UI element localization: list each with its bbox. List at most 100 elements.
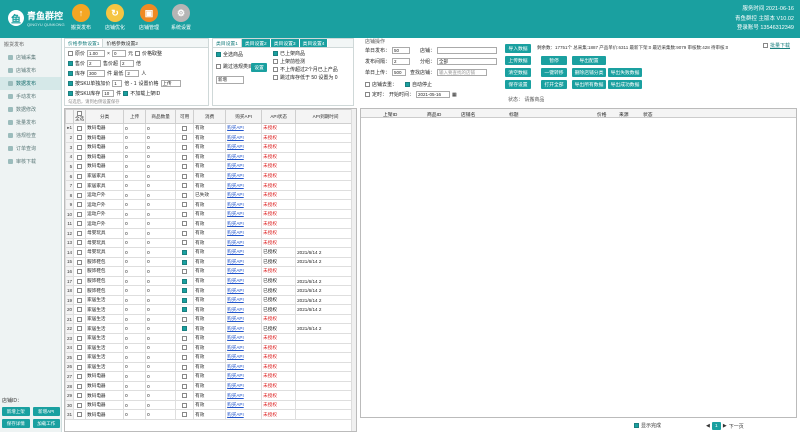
cell-qty[interactable]: 0 xyxy=(145,371,177,382)
cell-upload[interactable]: 0 xyxy=(123,352,147,363)
sidebar-item-6[interactable]: 违规检查 xyxy=(0,129,61,142)
row-select-cell[interactable] xyxy=(73,323,87,335)
cell-qty[interactable]: 0 xyxy=(145,199,177,210)
save-detail-button[interactable]: 保存详情 xyxy=(2,419,30,428)
available-checkbox[interactable] xyxy=(182,259,188,265)
cell-category[interactable]: 运动户外 xyxy=(85,218,125,229)
save-settings-button[interactable]: 保存设置 xyxy=(505,80,531,89)
stock-min[interactable]: 2 xyxy=(125,70,140,77)
original-price-add[interactable]: 0 xyxy=(111,50,126,57)
row-checkbox[interactable] xyxy=(77,393,83,399)
cell-upload[interactable]: 0 xyxy=(123,237,147,249)
result-header-listing-id[interactable]: 上架ID xyxy=(383,111,397,118)
available-checkbox[interactable] xyxy=(182,125,188,131)
table-row[interactable]: ▸1 数码电器 0 0 有效 购买API 未授权 xyxy=(65,123,356,134)
no-load-id-checkbox[interactable] xyxy=(123,91,129,96)
cell-qty[interactable]: 0 xyxy=(145,399,177,411)
cell-buy-api-link[interactable]: 购买API xyxy=(225,380,263,392)
cell-buy-api-link[interactable]: 购买API xyxy=(225,123,263,134)
category-select[interactable]: 新增 xyxy=(216,76,244,84)
row-select-cell[interactable] xyxy=(73,409,87,420)
cell-upload[interactable]: 0 xyxy=(123,247,147,258)
cell-category[interactable]: 家居生活 xyxy=(85,352,125,363)
row-checkbox[interactable] xyxy=(77,230,83,236)
available-checkbox[interactable] xyxy=(182,154,188,160)
cell-available[interactable] xyxy=(175,380,195,392)
row-select-cell[interactable] xyxy=(73,228,87,239)
cell-qty[interactable]: 0 xyxy=(145,304,177,315)
cell-available[interactable] xyxy=(175,323,195,335)
table-row[interactable]: 24 家居生活 0 0 有效 购买API 未授权 xyxy=(65,342,356,354)
cell-upload[interactable]: 0 xyxy=(123,333,147,344)
row-select-cell[interactable] xyxy=(73,333,87,344)
option-precheck[interactable]: 上架前检测 xyxy=(273,58,305,65)
available-checkbox[interactable] xyxy=(182,412,188,418)
row-select-cell[interactable] xyxy=(73,199,87,210)
tab-category-3[interactable]: 类目设置3 xyxy=(270,39,300,47)
cell-qty[interactable]: 0 xyxy=(145,161,177,172)
cell-upload[interactable]: 0 xyxy=(123,380,147,392)
cell-upload[interactable]: 0 xyxy=(123,399,147,411)
cell-qty[interactable]: 0 xyxy=(145,170,177,182)
sku-stock-input[interactable]: 10 xyxy=(102,90,115,97)
cell-available[interactable] xyxy=(175,333,195,344)
table-row[interactable]: 9 运动户外 0 0 有效 购买API 未授权 xyxy=(65,199,356,210)
table-row[interactable]: 13 母婴玩具 0 0 有效 购买API 未授权 xyxy=(65,237,356,249)
cell-upload[interactable]: 0 xyxy=(123,285,147,296)
cell-qty[interactable]: 0 xyxy=(145,189,177,201)
cell-buy-api-link[interactable]: 购买API xyxy=(225,180,263,191)
calendar-icon[interactable]: ▦ xyxy=(452,92,457,98)
cell-buy-api-link[interactable]: 购买API xyxy=(225,142,263,153)
cell-buy-api-link[interactable]: 购买API xyxy=(225,218,263,229)
row-checkbox[interactable] xyxy=(77,345,83,351)
cell-available[interactable] xyxy=(175,218,195,229)
cell-available[interactable] xyxy=(175,256,195,268)
cell-available[interactable] xyxy=(175,208,195,220)
row-select-cell[interactable] xyxy=(73,266,87,277)
row-select-cell[interactable] xyxy=(73,361,87,373)
row-select-cell[interactable] xyxy=(73,313,87,325)
row-select-cell[interactable] xyxy=(73,399,87,411)
cell-buy-api-link[interactable]: 购买API xyxy=(225,247,263,258)
cell-upload[interactable]: 0 xyxy=(123,161,147,172)
cell-buy-api-link[interactable]: 购买API xyxy=(225,199,263,210)
cell-category[interactable]: 母婴玩具 xyxy=(85,237,125,249)
cell-qty[interactable]: 0 xyxy=(145,333,177,344)
row-checkbox[interactable] xyxy=(77,269,83,275)
cell-buy-api-link[interactable]: 购买API xyxy=(225,323,263,335)
row-checkbox[interactable] xyxy=(77,297,83,303)
cell-qty[interactable]: 0 xyxy=(145,228,177,239)
available-checkbox[interactable] xyxy=(182,355,188,361)
row-select-cell[interactable] xyxy=(73,151,87,163)
cell-available[interactable] xyxy=(175,266,195,277)
row-checkbox[interactable] xyxy=(77,183,83,189)
cell-buy-api-link[interactable]: 购买API xyxy=(225,170,263,182)
cell-category[interactable]: 服饰鞋包 xyxy=(85,285,125,296)
row-checkbox[interactable] xyxy=(77,335,83,341)
sidebar-item-8[interactable]: 审核下载 xyxy=(0,155,61,168)
option-skip-old-checkbox[interactable] xyxy=(273,67,278,72)
cell-category[interactable]: 家居生活 xyxy=(85,333,125,344)
option-listed[interactable]: 已上架商品 xyxy=(273,50,305,57)
nav-store[interactable]: ▣ 店铺管理 xyxy=(134,4,164,36)
cell-upload[interactable]: 0 xyxy=(123,180,147,191)
cell-available[interactable] xyxy=(175,285,195,296)
sku-stock-checkbox[interactable] xyxy=(68,91,73,96)
available-checkbox[interactable] xyxy=(182,173,188,179)
cell-category[interactable]: 家居生活 xyxy=(85,304,125,315)
available-checkbox[interactable] xyxy=(182,240,188,246)
row-checkbox[interactable] xyxy=(77,355,83,361)
row-checkbox[interactable] xyxy=(77,412,83,418)
available-checkbox[interactable] xyxy=(182,288,188,294)
cell-buy-api-link[interactable]: 购买API xyxy=(225,151,263,163)
cell-qty[interactable]: 0 xyxy=(145,323,177,335)
table-header-selectall[interactable]: 全选 xyxy=(73,109,87,124)
pause-button[interactable]: 暂停 xyxy=(541,56,567,65)
cell-category[interactable]: 家居生活 xyxy=(85,342,125,354)
sidebar-item-2[interactable]: 数据发布 xyxy=(0,77,61,90)
export-config-button[interactable]: 导出配置 xyxy=(572,56,606,65)
sidebar-item-1[interactable]: 店铺发布 xyxy=(0,64,61,77)
cell-available[interactable] xyxy=(175,180,195,191)
cell-upload[interactable]: 0 xyxy=(123,361,147,373)
available-checkbox[interactable] xyxy=(182,192,188,198)
